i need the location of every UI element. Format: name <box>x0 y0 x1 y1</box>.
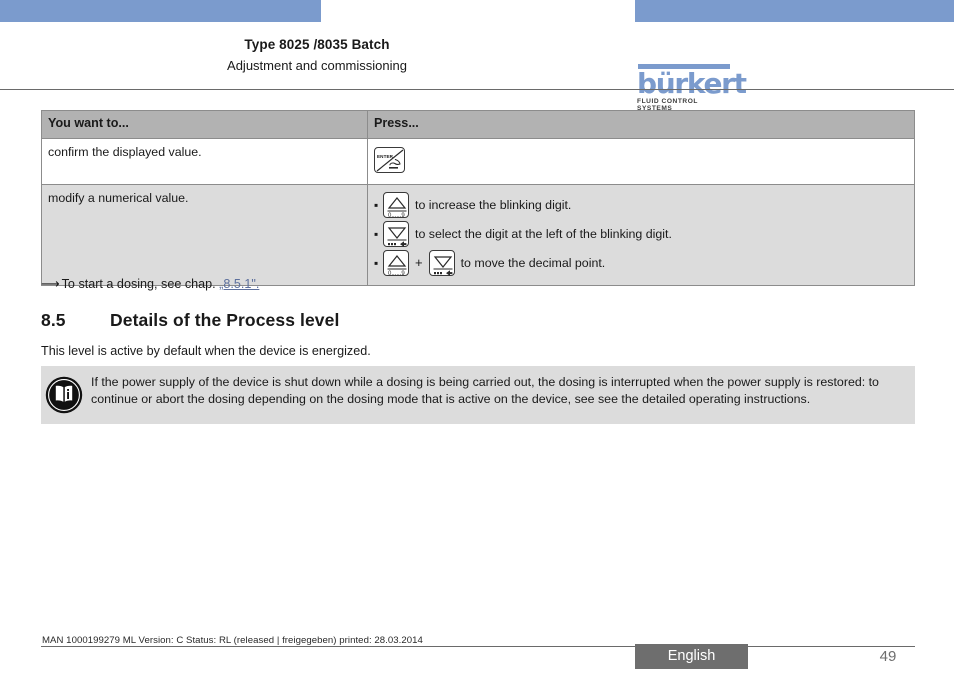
table-row: confirm the displayed value. ENTER <box>41 138 915 185</box>
svg-text:0......9: 0......9 <box>388 271 405 277</box>
column-header-press: Press... <box>367 110 915 139</box>
header-accent-bar-left <box>0 0 321 22</box>
section-number: 8.5 <box>41 310 66 330</box>
table-header-row: You want to... Press... <box>41 110 915 139</box>
info-book-icon <box>45 376 83 414</box>
footer-divider-rule <box>41 646 915 647</box>
list-item: ▪ 0......9 + to move the decimal point. <box>374 250 908 277</box>
cross-reference-text: To start a dosing, see chap. <box>61 277 216 291</box>
table-row: modify a numerical value. ▪ 0......9 to … <box>41 184 915 286</box>
down-arrow-key-icon <box>428 250 455 276</box>
bullet-marker: ▪ <box>374 256 379 270</box>
svg-text:0......9: 0......9 <box>388 213 405 219</box>
chapter-link[interactable]: „8.5.1". <box>219 277 259 291</box>
bullet-marker: ▪ <box>374 227 379 241</box>
column-header-action: You want to... <box>41 110 368 139</box>
list-item-text: to move the decimal point. <box>460 256 606 270</box>
keypad-actions-table: You want to... Press... confirm the disp… <box>41 110 915 286</box>
down-arrow-key-icon <box>383 221 409 247</box>
document-type-title: Type 8025 /8035 Batch <box>244 37 390 52</box>
enter-key-icon: ENTER <box>374 147 405 173</box>
list-item: ▪ 0......9 to increase the blinking digi… <box>374 192 908 219</box>
info-note-box: If the power supply of the device is shu… <box>41 366 915 424</box>
section-intro-paragraph: This level is active by default when the… <box>41 344 371 358</box>
list-item-text: to increase the blinking digit. <box>415 198 572 212</box>
cross-reference-line: ⟶ To start a dosing, see chap. „8.5.1". <box>41 276 259 293</box>
info-note-text: If the power supply of the device is shu… <box>91 375 879 406</box>
burkert-logo: bürkert FLUID CONTROL SYSTEMS <box>637 64 747 112</box>
list-item: ▪ to select the digit at the left of the… <box>374 221 908 247</box>
header-title-block: Type 8025 /8035 Batch Adjustment and com… <box>0 36 634 75</box>
row-action-text: modify a numerical value. <box>41 184 368 286</box>
document-subtitle: Adjustment and commissioning <box>227 58 407 73</box>
page-header: Type 8025 /8035 Batch Adjustment and com… <box>0 22 954 112</box>
page-number: 49 <box>879 648 897 665</box>
list-item-text: to select the digit at the left of the b… <box>415 227 672 241</box>
header-divider-rule <box>0 89 954 90</box>
up-arrow-key-icon: 0......9 <box>383 192 409 219</box>
header-accent-bar-right <box>635 0 954 22</box>
up-arrow-key-icon: 0......9 <box>383 250 409 277</box>
footer-meta-text: MAN 1000199279 ML Version: C Status: RL … <box>42 635 423 646</box>
row-action-text: confirm the displayed value. <box>41 138 368 185</box>
row-press-cell: ▪ 0......9 to increase the blinking digi… <box>367 184 915 286</box>
row-press-cell: ENTER <box>367 138 915 185</box>
right-arrow-icon: ⟶ <box>41 277 60 292</box>
section-heading: 8.5 Details of the Process level <box>41 310 741 331</box>
logo-wordmark: bürkert <box>637 67 747 100</box>
language-badge: English <box>635 644 748 669</box>
section-title: Details of the Process level <box>110 310 340 330</box>
bullet-marker: ▪ <box>374 198 379 212</box>
plus-separator: + <box>415 255 423 270</box>
